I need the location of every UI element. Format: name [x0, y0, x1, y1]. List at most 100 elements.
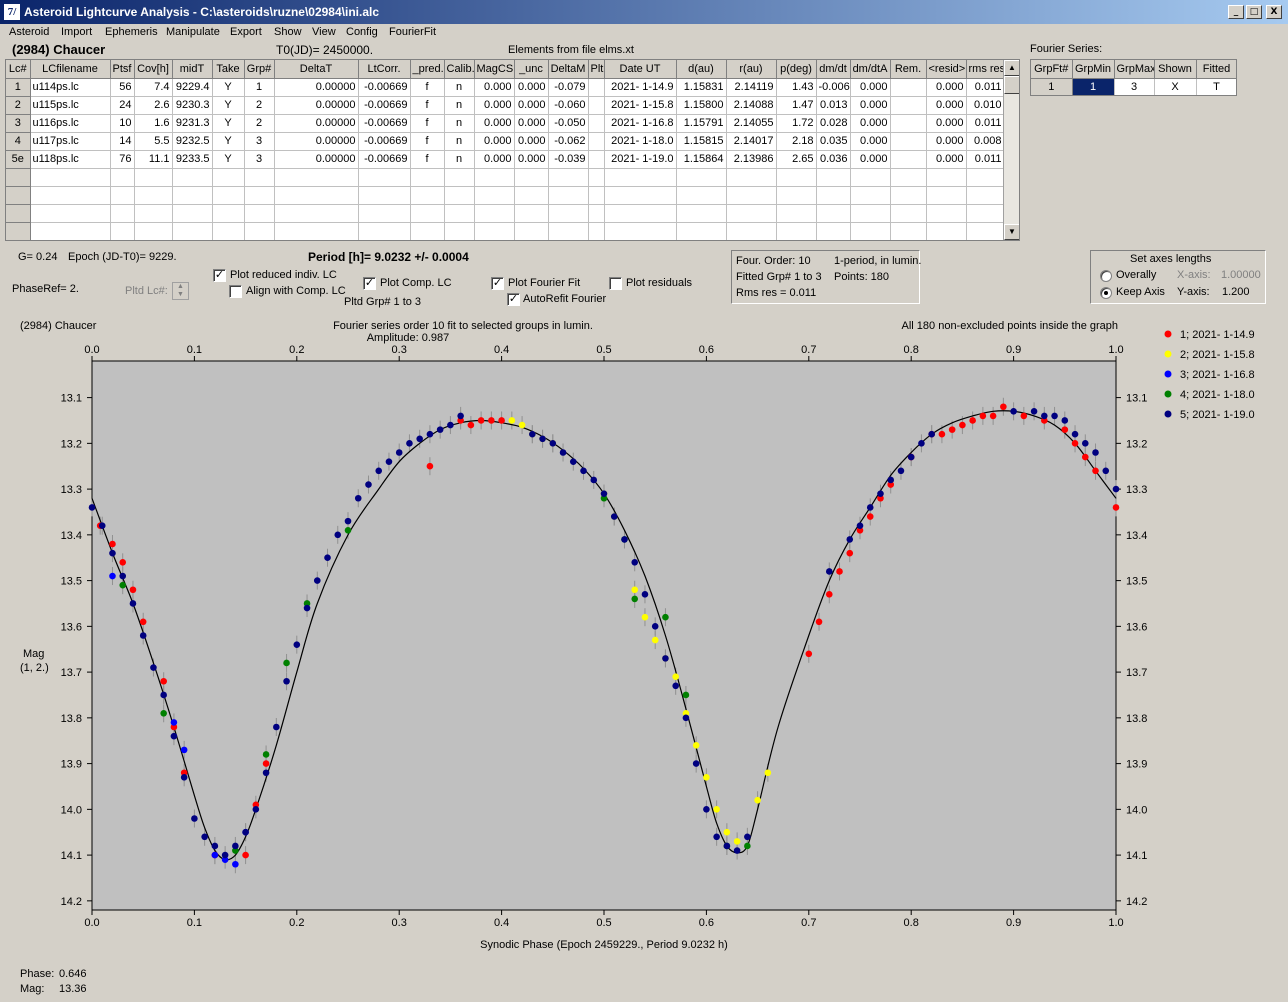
column-header[interactable]: dm/dtA	[850, 60, 891, 79]
maximize-button[interactable]: □	[1246, 5, 1262, 19]
table-cell[interactable]	[604, 186, 677, 205]
table-cell[interactable]: 1.15800	[676, 96, 727, 115]
table-cell[interactable]	[444, 204, 475, 223]
table-cell[interactable]	[816, 186, 851, 205]
table-cell[interactable]	[134, 168, 173, 187]
empty-row[interactable]	[6, 222, 1005, 240]
table-cell[interactable]	[776, 186, 817, 205]
table-cell[interactable]	[410, 222, 445, 240]
column-header[interactable]: <resid>	[926, 60, 967, 79]
column-header[interactable]: LtCorr.	[358, 60, 411, 79]
table-cell[interactable]: 2	[6, 96, 31, 115]
table-cell[interactable]: 0.000	[474, 114, 515, 133]
table-cell[interactable]: 0.000	[850, 114, 891, 133]
table-cell[interactable]: 0.000	[514, 150, 549, 169]
table-cell[interactable]	[358, 222, 411, 240]
column-header[interactable]: DeltaT	[274, 60, 359, 79]
table-cell[interactable]: -0.050	[548, 114, 589, 133]
column-header[interactable]: Calib.	[444, 60, 475, 79]
table-cell[interactable]	[816, 222, 851, 240]
table-cell[interactable]	[604, 168, 677, 187]
column-header[interactable]: Date UT	[604, 60, 677, 79]
table-cell[interactable]: Y	[212, 96, 245, 115]
overall-radio[interactable]	[1100, 270, 1112, 282]
plot-reduced-checkbox[interactable]: ✓	[213, 269, 226, 282]
table-cell[interactable]	[410, 168, 445, 187]
table-cell[interactable]	[726, 168, 777, 187]
fourier-cell[interactable]: T	[1196, 78, 1236, 95]
plot-residuals-checkbox[interactable]	[609, 277, 622, 290]
table-cell[interactable]	[110, 222, 135, 240]
table-cell[interactable]: 1.43	[776, 78, 817, 97]
table-cell[interactable]	[134, 186, 173, 205]
table-cell[interactable]: 9229.4	[172, 78, 213, 97]
table-cell[interactable]: n	[444, 150, 475, 169]
table-cell[interactable]: 2.13986	[726, 150, 777, 169]
table-cell[interactable]: Y	[212, 114, 245, 133]
table-cell[interactable]	[890, 78, 927, 97]
column-header[interactable]: Plt	[588, 60, 605, 79]
table-cell[interactable]	[588, 78, 605, 97]
table-cell[interactable]	[244, 204, 275, 223]
table-cell[interactable]: 0.011	[966, 150, 1005, 169]
table-cell[interactable]: -0.060	[548, 96, 589, 115]
column-header[interactable]: Cov[h]	[134, 60, 173, 79]
table-cell[interactable]	[890, 132, 927, 151]
table-cell[interactable]: 0.000	[926, 150, 967, 169]
table-cell[interactable]: 0.000	[474, 96, 515, 115]
table-cell[interactable]: f	[410, 150, 445, 169]
table-cell[interactable]: -0.039	[548, 150, 589, 169]
align-comp-checkbox[interactable]	[229, 285, 242, 298]
table-cell[interactable]	[726, 222, 777, 240]
table-cell[interactable]: Y	[212, 132, 245, 151]
table-cell[interactable]: 4	[6, 132, 31, 151]
fourier-series-table[interactable]: GrpFt# GrpMin GrpMax Shown Fitted 113XT	[1030, 59, 1237, 96]
table-cell[interactable]: Y	[212, 78, 245, 97]
table-cell[interactable]	[676, 168, 727, 187]
table-cell[interactable]	[6, 204, 31, 223]
table-cell[interactable]	[244, 168, 275, 187]
table-cell[interactable]	[966, 204, 1005, 223]
table-cell[interactable]: 0.000	[474, 78, 515, 97]
menu-view[interactable]: View	[312, 26, 336, 38]
table-cell[interactable]	[890, 114, 927, 133]
table-cell[interactable]: f	[410, 78, 445, 97]
table-cell[interactable]: f	[410, 132, 445, 151]
table-cell[interactable]: 0.000	[474, 150, 515, 169]
table-cell[interactable]: u118ps.lc	[30, 150, 111, 169]
table-cell[interactable]	[410, 186, 445, 205]
table-cell[interactable]	[30, 222, 111, 240]
table-cell[interactable]	[172, 204, 213, 223]
table-cell[interactable]	[776, 204, 817, 223]
y-axis-value[interactable]: 1.200	[1222, 286, 1250, 298]
table-cell[interactable]	[588, 186, 605, 205]
table-cell[interactable]: 2021- 1-15.8	[604, 96, 677, 115]
table-cell[interactable]: 0.00000	[274, 96, 359, 115]
table-cell[interactable]	[274, 222, 359, 240]
table-cell[interactable]	[444, 186, 475, 205]
table-cell[interactable]: 5e	[6, 150, 31, 169]
table-cell[interactable]: 24	[110, 96, 135, 115]
autorefit-checkbox[interactable]: ✓	[507, 293, 520, 306]
table-cell[interactable]: 0.000	[514, 114, 549, 133]
empty-row[interactable]	[6, 186, 1005, 205]
table-cell[interactable]	[890, 96, 927, 115]
table-cell[interactable]	[966, 186, 1005, 205]
table-cell[interactable]: 5.5	[134, 132, 173, 151]
table-cell[interactable]: 0.000	[850, 132, 891, 151]
table-cell[interactable]: 0.011	[966, 78, 1005, 97]
scroll-thumb[interactable]	[1004, 76, 1019, 94]
table-cell[interactable]: 0.000	[474, 132, 515, 151]
menu-import[interactable]: Import	[61, 26, 92, 38]
menu-ephemeris[interactable]: Ephemeris	[105, 26, 158, 38]
table-cell[interactable]: n	[444, 96, 475, 115]
table-cell[interactable]	[244, 222, 275, 240]
column-header[interactable]: rms res	[966, 60, 1005, 79]
table-cell[interactable]	[926, 204, 967, 223]
table-cell[interactable]: 0.000	[850, 96, 891, 115]
table-cell[interactable]	[514, 222, 549, 240]
table-cell[interactable]	[212, 204, 245, 223]
column-header[interactable]: LCfilename	[30, 60, 111, 79]
x-axis-value[interactable]: 1.00000	[1221, 269, 1261, 281]
table-cell[interactable]	[850, 204, 891, 223]
